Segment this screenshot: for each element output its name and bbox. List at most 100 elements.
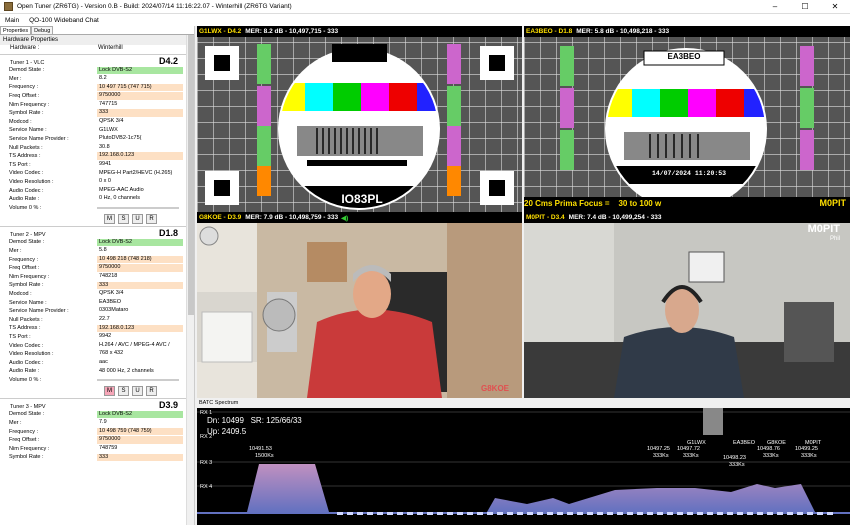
tuner-button-r[interactable]: R bbox=[146, 214, 157, 225]
row-value: 10 498 759 (748 759) bbox=[97, 427, 183, 436]
row-label: TS Port : bbox=[9, 333, 31, 340]
video-tuner-3[interactable]: G8KOE - D3.9 MER: 7.9 dB - 10,498,759 - 3… bbox=[197, 212, 522, 398]
app-icon bbox=[4, 2, 13, 11]
spectrum-panel[interactable]: RX 1 RX 2 RX 3 RX 4 10491.53 1500Ks 10497.25 33… bbox=[197, 408, 850, 525]
spectrum-channel-tick bbox=[567, 512, 573, 515]
spectrum-channel-tick bbox=[467, 512, 473, 515]
tuner-button-u[interactable]: U bbox=[132, 386, 143, 397]
row-label: Null Packets : bbox=[9, 316, 43, 323]
scroll-thumb[interactable] bbox=[188, 35, 194, 315]
tuner-1-row: Symbol Rate : 333 bbox=[0, 109, 194, 118]
tuner-3-header[interactable]: Tuner 3 - MPV D3.9 bbox=[0, 398, 194, 410]
signal-symbol-rate: 1500Ks bbox=[255, 453, 274, 459]
row-label: Demod State : bbox=[9, 239, 45, 246]
row-label: TS Address : bbox=[9, 153, 41, 160]
row-label: Audio Rate : bbox=[9, 368, 40, 375]
tuner-button-s[interactable]: S bbox=[118, 214, 129, 225]
spectrum-channel-tick bbox=[607, 512, 613, 515]
menu-main[interactable]: Main bbox=[0, 17, 24, 24]
spectrum-rx-label: RX 4 bbox=[200, 484, 212, 490]
tuner-3-row: Frequency : 10 498 759 (748 759) bbox=[0, 427, 194, 436]
spectrum-channel-tick bbox=[627, 512, 633, 515]
tuner-button-m[interactable]: M bbox=[104, 214, 115, 225]
tuner-code: D4.2 bbox=[158, 56, 178, 66]
row-value: EA3BEO bbox=[99, 298, 122, 305]
row-value: 8.2 bbox=[99, 75, 107, 82]
signal-callsign: EA3BEO bbox=[733, 440, 756, 446]
spectrum-channel-tick bbox=[677, 512, 683, 515]
tuner-2-row: Audio Rate : 48 000 Hz, 2 channels bbox=[0, 367, 194, 376]
spectrum-channel-tick bbox=[727, 512, 733, 515]
row-label: Service Name Provider : bbox=[9, 308, 69, 315]
row-value: 48 000 Hz, 2 channels bbox=[99, 367, 154, 374]
row-value: 9750000 bbox=[97, 92, 183, 100]
tuner-2-header[interactable]: Tuner 2 - MPV D1.8 bbox=[0, 226, 194, 238]
spectrum-channel-tick bbox=[517, 512, 523, 515]
spectrum-channel-tick bbox=[747, 512, 753, 515]
camera-scene-4 bbox=[524, 223, 850, 398]
spectrum-channel-tick bbox=[827, 512, 833, 515]
spectrum-channel-tick bbox=[347, 512, 353, 515]
video-4-callsign: M0PIT - D3.4 bbox=[526, 214, 565, 221]
menu-qo100-chat[interactable]: QO-100 Wideband Chat bbox=[24, 17, 104, 24]
test-card-1 bbox=[197, 37, 522, 212]
row-label: Freq Offset : bbox=[9, 93, 40, 100]
row-label: Audio Codec : bbox=[9, 359, 44, 366]
tab-properties[interactable]: Properties bbox=[0, 26, 32, 34]
video-2-callsign: EA3BEO - D1.8 bbox=[526, 28, 573, 35]
window-title: Open Tuner (ZR6TG) - Version 0.B - Build… bbox=[17, 3, 292, 10]
tuner-2-row: TS Address : 192.168.0.123 bbox=[0, 324, 194, 333]
row-value: 747715 bbox=[99, 100, 118, 107]
row-value: 192.168.0.123 bbox=[97, 324, 183, 333]
spectrum-channel-tick bbox=[797, 512, 803, 515]
signal-frequency: 10499.25 bbox=[795, 446, 818, 452]
row-label: Null Packets : bbox=[9, 144, 43, 151]
minimize-button[interactable]: – bbox=[760, 0, 790, 14]
spectrum-channel-tick bbox=[397, 512, 403, 515]
video-tuner-4[interactable]: M0PIT - D3.4 MER: 7.4 dB - 10,499,254 - 3… bbox=[524, 212, 850, 398]
signal-frequency: 10497.25 bbox=[647, 446, 670, 452]
video-tuner-2[interactable]: EA3BEO - D1.8 MER: 5.8 dB - 10,498,218 - … bbox=[524, 26, 850, 212]
tab-debug[interactable]: Debug bbox=[31, 26, 54, 34]
tuner-1-header[interactable]: Tuner 1 - VLC D4.2 bbox=[0, 54, 194, 66]
signal-symbol-rate: 333Ks bbox=[763, 453, 779, 459]
row-label: Symbol Rate : bbox=[9, 454, 44, 461]
tuner-1-row: Demod State : Lock DVB-S2 bbox=[0, 66, 194, 75]
tuner-button-m[interactable]: M bbox=[104, 386, 115, 397]
tuner-1-row: Mer : 8.2 bbox=[0, 75, 194, 84]
volume-slider[interactable] bbox=[97, 378, 179, 381]
spectrum-channel-tick bbox=[697, 512, 703, 515]
spectrum-channel-tick bbox=[367, 512, 373, 515]
spectrum-uplink: Up: 2409.5 bbox=[207, 427, 247, 436]
hardware-group-header[interactable]: Hardware Properties bbox=[0, 35, 194, 45]
tuner-button-r[interactable]: R bbox=[146, 386, 157, 397]
spectrum-tab[interactable]: BATC Spectrum bbox=[197, 398, 850, 408]
row-label: Symbol Rate : bbox=[9, 282, 44, 289]
row-label: Frequency : bbox=[9, 428, 39, 435]
row-label: Video Resolution : bbox=[9, 179, 54, 186]
row-value: MPEG-AAC Audio bbox=[99, 186, 144, 193]
properties-scrollbar[interactable] bbox=[186, 35, 194, 525]
row-label: Audio Codec : bbox=[9, 187, 44, 194]
tuner-3-row: Freq Offset : 9750000 bbox=[0, 436, 194, 445]
volume-slider[interactable] bbox=[97, 206, 179, 209]
maximize-button[interactable]: ☐ bbox=[790, 0, 820, 14]
signal-symbol-rate: 333Ks bbox=[801, 453, 817, 459]
tuner-button-u[interactable]: U bbox=[132, 214, 143, 225]
test-card-2-date: 14/07/2024 11:20:53 bbox=[651, 170, 727, 177]
row-value: 22.7 bbox=[99, 315, 110, 322]
tuner-2-row: Demod State : Lock DVB-S2 bbox=[0, 238, 194, 247]
video-4-info: MER: 7.4 dB - 10,499,254 - 333 bbox=[568, 214, 662, 221]
tuner-1-row: Freq Offset : 9750000 bbox=[0, 92, 194, 101]
row-label: Mer : bbox=[9, 420, 22, 427]
row-label: Volume 0 % : bbox=[9, 204, 42, 211]
row-label: Volume 0 % : bbox=[9, 376, 42, 383]
row-label: Nim Frequency : bbox=[9, 101, 50, 108]
close-button[interactable]: ✕ bbox=[820, 0, 850, 14]
spectrum-channel-tick bbox=[437, 512, 443, 515]
properties-panel: Properties Debug Hardware Properties Har… bbox=[0, 26, 195, 525]
row-value: H.264 / AVC / MPEG-4 AVC / bbox=[99, 341, 170, 348]
row-label: Freq Offset : bbox=[9, 265, 40, 272]
video-tuner-1[interactable]: G1LWX - D4.2 MER: 8.2 dB - 10,497,715 - 3… bbox=[197, 26, 522, 212]
tuner-button-s[interactable]: S bbox=[118, 386, 129, 397]
